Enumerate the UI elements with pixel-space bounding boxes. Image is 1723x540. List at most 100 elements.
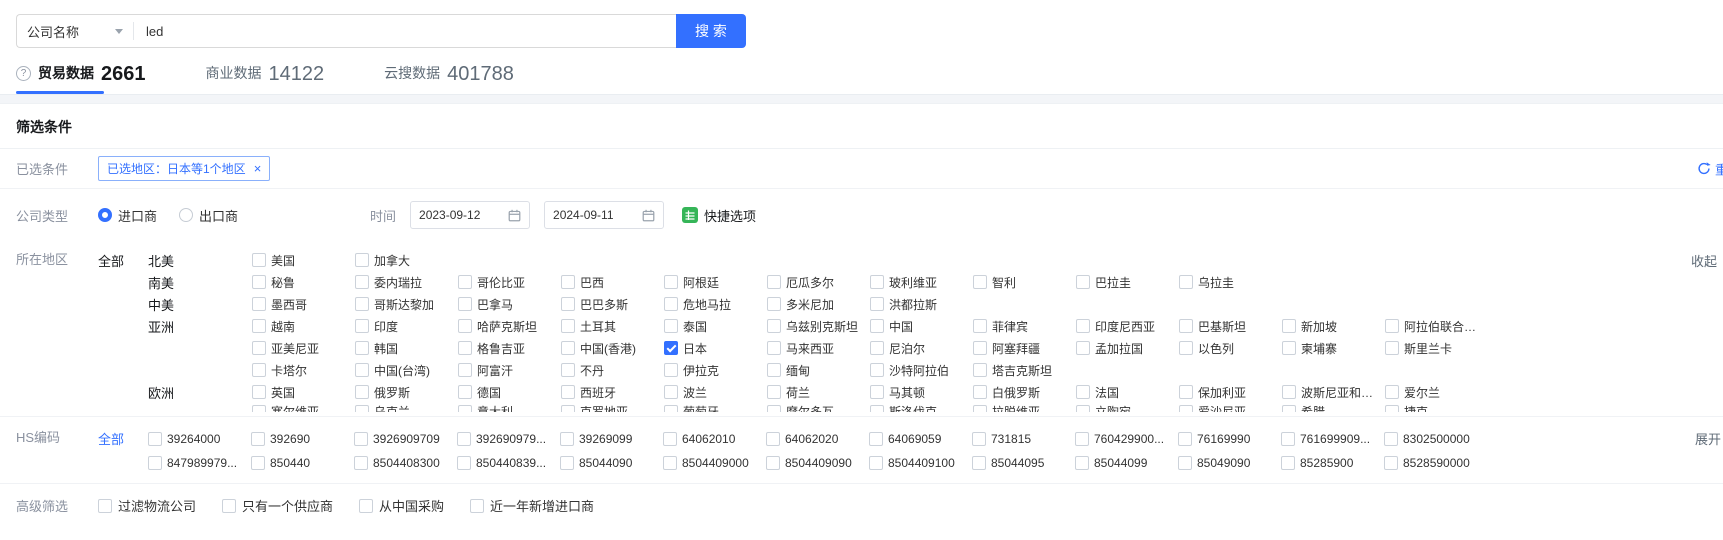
region-option[interactable]: 西班牙: [561, 384, 664, 401]
hs-code-option[interactable]: 64069059: [869, 432, 972, 446]
hs-code-option[interactable]: 8528590000: [1384, 456, 1487, 470]
advanced-filter-option[interactable]: 从中国采购: [359, 496, 444, 515]
collapse-button[interactable]: 收起: [1691, 251, 1717, 270]
region-option[interactable]: 波兰: [664, 384, 767, 401]
region-option[interactable]: 希腊: [1282, 403, 1385, 412]
region-option[interactable]: 不丹: [561, 362, 664, 379]
hs-code-option[interactable]: 3926909709: [354, 432, 457, 446]
tab-trade-data[interactable]: ?贸易数据2661: [16, 63, 146, 94]
date-to-input[interactable]: 2024-09-11: [544, 201, 664, 229]
region-option[interactable]: 哈萨克斯坦: [458, 318, 561, 335]
hs-code-option[interactable]: 85044095: [972, 456, 1075, 470]
hs-code-option[interactable]: 847989979...: [148, 456, 251, 470]
region-option[interactable]: 巴拿马: [458, 296, 561, 313]
hs-code-option[interactable]: 392690: [251, 432, 354, 446]
region-option[interactable]: 泰国: [664, 318, 767, 335]
region-option[interactable]: 马来西亚: [767, 340, 870, 357]
tab-business-data[interactable]: 商业数据14122: [206, 63, 325, 94]
hs-code-option[interactable]: 85044099: [1075, 456, 1178, 470]
hs-all-button[interactable]: 全部: [98, 427, 148, 448]
region-option[interactable]: 印度尼西亚: [1076, 318, 1179, 335]
region-option[interactable]: 哥斯达黎加: [355, 296, 458, 313]
date-from-input[interactable]: 2023-09-12: [410, 201, 530, 229]
region-option[interactable]: 阿塞拜疆: [973, 340, 1076, 357]
region-option[interactable]: 葡萄牙: [664, 403, 767, 412]
region-option[interactable]: 摩尔多瓦: [767, 403, 870, 412]
region-option[interactable]: 加拿大: [355, 252, 458, 269]
hs-code-option[interactable]: 85044090: [560, 456, 663, 470]
region-option[interactable]: 孟加拉国: [1076, 340, 1179, 357]
region-option[interactable]: 意大利: [458, 403, 561, 412]
region-option[interactable]: 以色列: [1179, 340, 1282, 357]
hs-code-option[interactable]: 731815: [972, 432, 1075, 446]
region-option[interactable]: 乌拉圭: [1179, 274, 1282, 291]
hs-code-option[interactable]: 8504409000: [663, 456, 766, 470]
region-option[interactable]: 韩国: [355, 340, 458, 357]
hs-code-option[interactable]: 39269099: [560, 432, 663, 446]
region-option[interactable]: 缅甸: [767, 362, 870, 379]
region-option[interactable]: 中国: [870, 318, 973, 335]
hs-code-option[interactable]: 8504409100: [869, 456, 972, 470]
region-option[interactable]: 中国(香港): [561, 340, 664, 357]
region-option[interactable]: 爱尔兰: [1385, 384, 1488, 401]
region-option[interactable]: 智利: [973, 274, 1076, 291]
advanced-filter-option[interactable]: 过滤物流公司: [98, 496, 196, 515]
region-option[interactable]: 阿根廷: [664, 274, 767, 291]
region-option[interactable]: 巴拉圭: [1076, 274, 1179, 291]
region-option[interactable]: 捷克: [1385, 403, 1488, 412]
hs-code-option[interactable]: 392690979...: [457, 432, 560, 446]
region-option[interactable]: 德国: [458, 384, 561, 401]
region-option[interactable]: 亚美尼亚: [252, 340, 355, 357]
hs-code-option[interactable]: 64062020: [766, 432, 869, 446]
region-option[interactable]: 越南: [252, 318, 355, 335]
region-option[interactable]: 尼泊尔: [870, 340, 973, 357]
hs-code-option[interactable]: 760429900...: [1075, 432, 1178, 446]
region-option[interactable]: 卡塔尔: [252, 362, 355, 379]
search-button[interactable]: 搜 索: [676, 14, 746, 48]
hs-code-option[interactable]: 64062010: [663, 432, 766, 446]
quick-options-button[interactable]: 快捷选项: [682, 206, 756, 225]
region-option[interactable]: 日本: [664, 340, 767, 357]
region-option[interactable]: 墨西哥: [252, 296, 355, 313]
region-option[interactable]: 马其顿: [870, 384, 973, 401]
advanced-filter-option[interactable]: 只有一个供应商: [222, 496, 333, 515]
region-option[interactable]: 俄罗斯: [355, 384, 458, 401]
region-option[interactable]: 拉脱维亚: [973, 403, 1076, 412]
expand-button[interactable]: 展开: [1695, 429, 1721, 448]
search-category-select[interactable]: 公司名称: [17, 15, 133, 47]
selected-region-tag[interactable]: 已选地区：日本等1个地区 ×: [98, 156, 270, 181]
close-icon[interactable]: ×: [254, 162, 262, 175]
advanced-filter-option[interactable]: 近一年新增进口商: [470, 496, 594, 515]
region-option[interactable]: 塔吉克斯坦: [973, 362, 1076, 379]
region-option[interactable]: 印度: [355, 318, 458, 335]
region-option[interactable]: 中国(台湾): [355, 362, 458, 379]
region-option[interactable]: 伊拉克: [664, 362, 767, 379]
region-option[interactable]: 厄瓜多尔: [767, 274, 870, 291]
company-type-radio-exporter[interactable]: 出口商: [179, 206, 238, 225]
region-option[interactable]: 土耳其: [561, 318, 664, 335]
region-option[interactable]: 英国: [252, 384, 355, 401]
region-option[interactable]: 格鲁吉亚: [458, 340, 561, 357]
region-option[interactable]: 新加坡: [1282, 318, 1385, 335]
region-option[interactable]: 巴巴多斯: [561, 296, 664, 313]
region-option[interactable]: 洪都拉斯: [870, 296, 973, 313]
region-option[interactable]: 爱沙尼亚: [1179, 403, 1282, 412]
region-option[interactable]: 斯里兰卡: [1385, 340, 1488, 357]
region-option[interactable]: 斯洛伐克: [870, 403, 973, 412]
hs-code-option[interactable]: 76169990: [1178, 432, 1281, 446]
region-option[interactable]: 美国: [252, 252, 355, 269]
hs-code-option[interactable]: 761699909...: [1281, 432, 1384, 446]
region-option[interactable]: 立陶宛: [1076, 403, 1179, 412]
reset-button[interactable]: 重置: [1697, 159, 1723, 178]
region-option[interactable]: 克罗地亚: [561, 403, 664, 412]
region-option[interactable]: 白俄罗斯: [973, 384, 1076, 401]
region-option[interactable]: 沙特阿拉伯: [870, 362, 973, 379]
region-option[interactable]: 乌克兰: [355, 403, 458, 412]
hs-code-option[interactable]: 8504409090: [766, 456, 869, 470]
region-option[interactable]: 荷兰: [767, 384, 870, 401]
hs-code-option[interactable]: 39264000: [148, 432, 251, 446]
region-option[interactable]: 阿富汗: [458, 362, 561, 379]
region-option[interactable]: 法国: [1076, 384, 1179, 401]
region-option[interactable]: 塞尔维亚: [252, 403, 355, 412]
region-option[interactable]: 巴西: [561, 274, 664, 291]
